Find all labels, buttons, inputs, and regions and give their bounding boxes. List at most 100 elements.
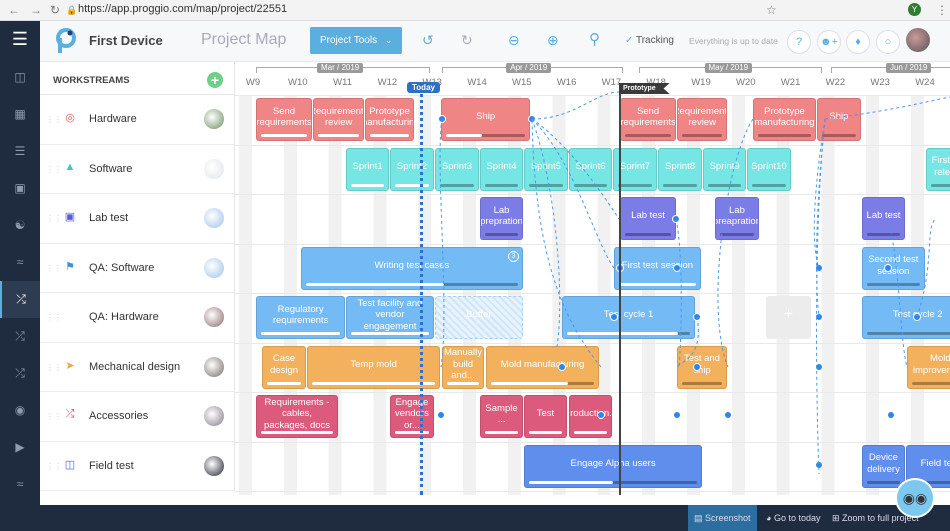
dependency-line <box>717 118 754 368</box>
chat-icon[interactable]: ○ <box>876 30 900 54</box>
workstream-name[interactable]: Software <box>89 163 132 175</box>
workstream-name[interactable]: Accessories <box>89 410 148 422</box>
globe-icon: ◎ <box>65 112 75 124</box>
bookmark-star-icon[interactable]: ☆ <box>766 3 777 17</box>
expand-icon: ⊞ <box>832 513 843 523</box>
tracking-toggle[interactable]: ✓ Tracking <box>625 35 674 46</box>
dependency-line <box>531 91 620 120</box>
owner-avatar[interactable] <box>204 109 224 129</box>
project-map-icon[interactable]: ⤮ <box>0 281 40 318</box>
drag-handle-icon[interactable]: ⋮⋮ <box>46 165 62 174</box>
today-line <box>420 87 423 495</box>
board-icon[interactable]: ◫ <box>0 59 40 96</box>
project-name[interactable]: First Device <box>89 33 163 48</box>
owner-avatar[interactable] <box>204 208 224 228</box>
project-tools-button[interactable]: Project Tools ⌄ <box>310 27 402 54</box>
dependency-line <box>816 118 826 318</box>
redo-icon[interactable]: ↻ <box>461 32 473 49</box>
owner-avatar[interactable] <box>204 406 224 426</box>
workstream-row[interactable]: ⋮⋮ ◎ Hardware <box>40 95 235 145</box>
search-icon[interactable]: ⚲ <box>589 30 600 48</box>
menu-kebab-icon[interactable]: ⋮ <box>936 3 948 17</box>
owner-avatar[interactable] <box>204 158 224 179</box>
owner-avatar[interactable] <box>204 307 224 327</box>
browser-toolbar: ← → ↻ 🔒 https://app.proggio.com/map/proj… <box>0 0 950 21</box>
owner-avatar[interactable] <box>204 257 224 278</box>
assistant-bot-icon[interactable]: ◉◉ <box>895 478 935 518</box>
help-icon[interactable]: ? <box>787 30 811 54</box>
drag-handle-icon[interactable]: ⋮⋮ <box>46 115 62 124</box>
dependency-lines <box>439 91 950 475</box>
shuffle-icon[interactable]: ⤮ <box>0 318 40 355</box>
team-icon[interactable]: ☯ <box>0 207 40 244</box>
grid-icon[interactable]: ▦ <box>0 96 40 133</box>
milestone-prototype[interactable]: Prototype <box>619 83 670 94</box>
wifi-icon[interactable]: ≈ <box>0 466 40 503</box>
workstream-row[interactable]: ⋮⋮ ◫ Field test <box>40 441 235 491</box>
workstream-row[interactable]: ⋮⋮ ▲ Software <box>40 144 235 194</box>
proggio-logo-icon <box>56 28 76 53</box>
list-icon[interactable]: ☰ <box>0 133 40 170</box>
go-to-today-button[interactable]: ◕ Go to today <box>760 505 826 531</box>
drag-handle-icon[interactable]: ⋮⋮ <box>46 462 62 471</box>
compass-icon: ◕ <box>766 513 774 523</box>
workstream-name[interactable]: Hardware <box>89 113 137 125</box>
workstream-name[interactable]: Lab test <box>89 212 128 224</box>
go-to-today-label: Go to today <box>773 513 821 523</box>
dependency-line <box>531 118 602 368</box>
back-icon[interactable]: ← <box>8 3 20 17</box>
monitor-icon: ▤ <box>694 513 706 523</box>
shuffle-alt-icon[interactable]: ⤮ <box>0 355 40 392</box>
paper-plane-icon: ➤ <box>65 359 75 372</box>
timeline: W9W10W11W12W13W14W15W16W17W18W19W20W21W2… <box>235 62 950 505</box>
owner-avatar[interactable] <box>204 356 224 377</box>
workstream-row[interactable]: ⋮⋮ ⤮ Accessories <box>40 392 235 442</box>
sync-status: Everything is up to date <box>689 36 778 46</box>
workstream-name[interactable]: QA: Software <box>89 262 154 274</box>
dependency-line <box>439 118 445 368</box>
screenshot-button[interactable]: ▤ Screenshot <box>688 505 757 531</box>
workstream-name[interactable]: Field test <box>89 460 134 472</box>
user-avatar[interactable] <box>906 28 930 52</box>
flask-icon: ▲ <box>64 160 76 173</box>
zoom-out-icon[interactable]: ⊖ <box>508 32 520 49</box>
workstream-name[interactable]: QA: Hardware <box>89 311 159 323</box>
drag-handle-icon[interactable]: ⋮⋮ <box>46 412 62 421</box>
zoom-in-icon[interactable]: ⊕ <box>547 32 559 49</box>
drag-handle-icon[interactable]: ⋮⋮ <box>46 264 62 273</box>
workstream-row[interactable]: ⋮⋮ ➤ Mechanical design <box>40 342 235 392</box>
video-icon[interactable]: ▶ <box>0 429 40 466</box>
profile-icon[interactable]: Y <box>908 3 921 16</box>
bottom-toolbar: ▤ Screenshot ◕ Go to today ⊞ Zoom to ful… <box>0 505 950 531</box>
shuffle-icon: ⤮ <box>65 408 75 420</box>
undo-icon[interactable]: ↺ <box>422 32 434 49</box>
workstream-row[interactable]: ⋮⋮ ⚑ QA: Software <box>40 243 235 293</box>
workstream-row[interactable]: ⋮⋮ QA: Hardware <box>40 293 235 343</box>
lock-icon: 🔒 <box>66 5 78 15</box>
add-workstream-button[interactable]: + <box>207 72 223 88</box>
workstream-row[interactable]: ⋮⋮ ▣ Lab test <box>40 194 235 244</box>
owner-avatar[interactable] <box>204 455 224 476</box>
drag-handle-icon[interactable]: ⋮⋮ <box>46 214 62 223</box>
app-header: First Device Project Map Project Tools ⌄ … <box>40 21 950 62</box>
calendar-icon: ▣ <box>64 211 76 223</box>
workstreams-header: WORKSTREAMS + <box>40 62 235 95</box>
hamburger-menu-icon[interactable]: ☰ <box>0 21 40 58</box>
workstream-name[interactable]: Mechanical design <box>89 361 180 373</box>
handshake-icon[interactable]: ≈ <box>0 244 40 281</box>
today-marker[interactable]: Today <box>407 82 440 93</box>
layout-icon: ◫ <box>64 458 76 471</box>
forward-icon[interactable]: → <box>30 3 42 17</box>
briefcase-icon[interactable]: ▣ <box>0 170 40 207</box>
bell-icon[interactable]: ♦ <box>846 30 870 54</box>
dependency-line <box>916 218 936 318</box>
workstreams-title: WORKSTREAMS <box>53 75 130 86</box>
reload-icon[interactable]: ↻ <box>50 3 60 17</box>
chevron-down-icon: ⌄ <box>385 36 392 45</box>
drag-handle-icon[interactable]: ⋮⋮ <box>46 313 62 322</box>
flag-icon: ⚑ <box>65 260 75 273</box>
target-icon[interactable]: ◉ <box>0 392 40 429</box>
url-bar[interactable]: https://app.proggio.com/map/project/2255… <box>78 3 287 15</box>
add-user-icon[interactable]: ☻+ <box>817 30 841 54</box>
drag-handle-icon[interactable]: ⋮⋮ <box>46 363 62 372</box>
